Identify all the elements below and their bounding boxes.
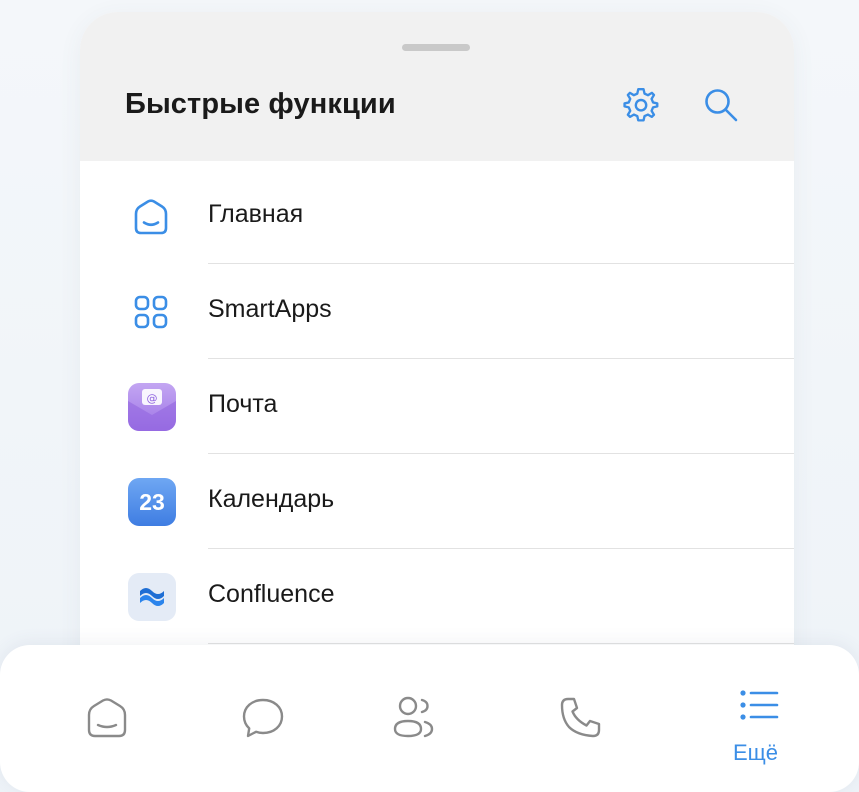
tab-contacts[interactable] [389, 693, 439, 743]
home-icon [87, 698, 127, 738]
list-item-smartapps[interactable]: SmartApps [80, 264, 794, 359]
home-icon [128, 194, 174, 240]
phone-icon [560, 697, 601, 738]
tab-home[interactable] [82, 693, 132, 743]
quick-functions-list: Главная SmartApps @ Почта 23 Календарь C… [80, 169, 794, 644]
chat-icon [242, 698, 284, 738]
mail-app-icon: @ [128, 383, 176, 431]
calendar-badge: 23 [139, 489, 165, 515]
list-item-label: Главная [208, 200, 304, 228]
tab-more-label: Ещё [733, 740, 779, 765]
calendar-app-icon: 23 [128, 478, 176, 526]
quick-functions-sheet: Быстрые функции Главная SmartApps @ Почт… [80, 12, 794, 712]
screen: Быстрые функции Главная SmartApps @ Почт… [0, 0, 859, 792]
menu-list-icon [740, 690, 779, 720]
apps-grid-icon [128, 289, 174, 335]
gear-icon[interactable] [622, 86, 660, 124]
confluence-app-icon [128, 573, 176, 621]
sheet-title: Быстрые функции [125, 88, 396, 120]
list-item-label: Календарь [208, 485, 335, 513]
svg-text:@: @ [147, 392, 158, 405]
tab-more[interactable] [733, 681, 783, 731]
list-item-label: Confluence [208, 580, 335, 608]
list-item-home[interactable]: Главная [80, 169, 794, 264]
search-icon[interactable] [702, 86, 740, 124]
list-item-mail[interactable]: @ Почта [80, 359, 794, 454]
bottom-tab-bar: Ещё [0, 645, 859, 792]
contacts-icon [393, 696, 434, 738]
tab-chats[interactable] [238, 693, 288, 743]
sheet-grabber-handle[interactable] [402, 44, 470, 51]
list-item-confluence[interactable]: Confluence [80, 549, 794, 644]
list-item-label: Почта [208, 390, 278, 418]
divider [208, 643, 794, 644]
tab-calls[interactable] [555, 693, 605, 743]
list-item-calendar[interactable]: 23 Календарь [80, 454, 794, 549]
sheet-header: Быстрые функции [80, 12, 794, 161]
list-item-label: SmartApps [208, 295, 332, 323]
